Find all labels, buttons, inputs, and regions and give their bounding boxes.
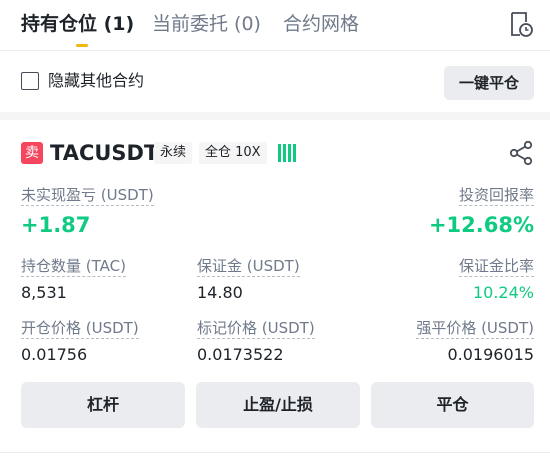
entry-price-label[interactable]: 开仓价格 (USDT): [21, 318, 139, 339]
bottom-divider: [0, 452, 550, 453]
position-size-value: 8,531: [21, 283, 67, 302]
risk-level-icon: [278, 144, 298, 162]
margin: 保证金 (USDT) 14.80: [197, 256, 300, 304]
order-history-icon: [511, 12, 533, 37]
perpetual-tag: 永续: [154, 142, 193, 164]
liquidation-price-value: 0.0196015: [447, 345, 534, 364]
share-button[interactable]: [508, 140, 534, 166]
unrealized-pnl-value: +1.87: [21, 213, 91, 237]
mark-price-value: 0.0173522: [197, 345, 284, 364]
mark-price: 标记价格 (USDT) 0.0173522: [197, 318, 315, 366]
hide-other-checkbox[interactable]: [21, 72, 39, 90]
close-position-button[interactable]: 平仓: [371, 382, 534, 428]
margin-ratio-label[interactable]: 保证金比率: [458, 256, 534, 277]
close-all-button[interactable]: 一键平仓: [444, 66, 534, 100]
entry-price-value: 0.01756: [21, 345, 88, 364]
unrealized-pnl-label[interactable]: 未实现盈亏 (USDT): [21, 185, 154, 206]
tab-futures-grid[interactable]: 合约网格: [283, 12, 359, 36]
tab-positions[interactable]: 持有仓位 (1): [21, 12, 134, 36]
entry-price: 开仓价格 (USDT) 0.01756: [21, 318, 139, 366]
tab-open-orders[interactable]: 当前委托 (0): [152, 12, 261, 36]
margin-ratio-value: 10.24%: [472, 283, 534, 302]
margin-value: 14.80: [197, 283, 243, 302]
liquidation-price: 强平价格 (USDT) 0.0196015: [416, 318, 534, 366]
margin-ratio: 保证金比率 10.24%: [458, 256, 534, 304]
unrealized-pnl: 未实现盈亏 (USDT) +1.87: [21, 185, 154, 239]
share-icon: [509, 140, 533, 166]
side-badge: 卖: [21, 142, 43, 164]
position-size-label[interactable]: 持仓数量 (TAC): [21, 256, 126, 277]
roe: 投资回报率 +12.68%: [429, 185, 534, 239]
roe-label[interactable]: 投资回报率: [458, 185, 534, 206]
position-size: 持仓数量 (TAC) 8,531: [21, 256, 126, 304]
roe-value: +12.68%: [428, 213, 534, 237]
order-history-button[interactable]: [508, 10, 536, 40]
tpsl-button[interactable]: 止盈/止损: [196, 382, 360, 428]
position-tabs: 持有仓位 (1) 当前委托 (0) 合约网格: [0, 0, 550, 50]
section-divider: [0, 112, 550, 120]
symbol-name[interactable]: TACUSDT: [50, 139, 158, 167]
position-header: 卖 TACUSDT 永续 全仓 10X: [0, 132, 550, 172]
liquidation-price-label[interactable]: 强平价格 (USDT): [416, 318, 534, 339]
active-tab-indicator: [76, 44, 88, 47]
tab-divider: [0, 50, 550, 51]
margin-label[interactable]: 保证金 (USDT): [197, 256, 300, 277]
mark-price-label[interactable]: 标记价格 (USDT): [197, 318, 315, 339]
filter-row: 隐藏其他合约 一键平仓: [0, 60, 550, 104]
leverage-button[interactable]: 杠杆: [21, 382, 185, 428]
margin-mode-tag[interactable]: 全仓 10X: [199, 142, 267, 164]
hide-other-label[interactable]: 隐藏其他合约: [48, 71, 144, 91]
